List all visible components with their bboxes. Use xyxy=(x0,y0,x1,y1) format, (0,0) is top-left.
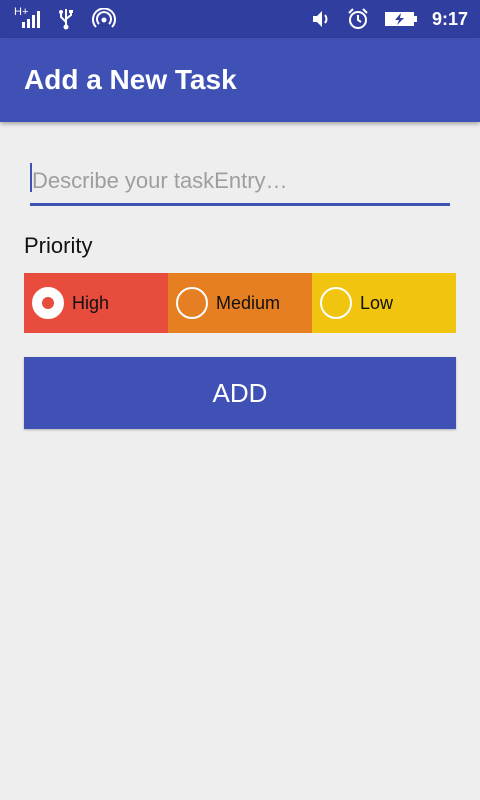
signal-icon: H+ xyxy=(14,6,40,30)
status-bar: H+ 9:17 xyxy=(0,0,480,38)
battery-charging-icon xyxy=(384,12,417,26)
priority-option-medium[interactable]: Medium xyxy=(168,273,312,333)
priority-option-label: High xyxy=(72,292,110,313)
priority-option-label: Medium xyxy=(216,292,281,313)
status-clock: 9:17 xyxy=(431,8,468,29)
radio-button-checked-icon[interactable] xyxy=(32,287,64,319)
priority-option-high[interactable]: High xyxy=(24,273,168,333)
page-title: Add a New Task xyxy=(24,64,237,95)
add-task-button[interactable]: ADD xyxy=(24,357,456,429)
priority-radio-group: High Medium Low xyxy=(24,273,456,333)
radio-button-unchecked-icon[interactable] xyxy=(320,287,352,319)
task-description-input[interactable] xyxy=(30,158,450,206)
app-bar: Add a New Task xyxy=(0,38,480,122)
priority-option-low[interactable]: Low xyxy=(312,273,456,333)
alarm-icon xyxy=(348,8,368,29)
text-cursor xyxy=(30,163,32,192)
priority-option-label: Low xyxy=(360,292,394,313)
radio-button-unchecked-icon[interactable] xyxy=(176,287,208,319)
priority-label: Priority xyxy=(24,233,93,258)
vibrate-icon xyxy=(312,11,328,27)
hotspot-icon xyxy=(92,8,116,28)
usb-icon xyxy=(59,9,73,30)
